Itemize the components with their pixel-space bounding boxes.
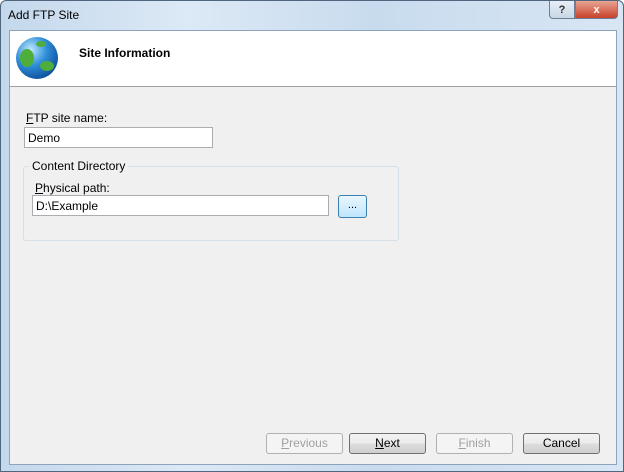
wizard-header: Site Information <box>10 31 616 87</box>
site-name-input[interactable]: Demo <box>24 127 213 148</box>
page-title: Site Information <box>79 46 171 60</box>
browse-button[interactable]: ... <box>338 195 367 218</box>
dialog-client: Site Information FTP site name: Demo Con… <box>9 30 617 465</box>
site-name-label: FTP site name: <box>26 111 108 125</box>
group-label: Content Directory <box>29 159 129 173</box>
physical-path-input[interactable]: D:\Example <box>32 195 329 216</box>
globe-icon <box>16 37 58 79</box>
physical-path-label: Physical path: <box>35 181 110 195</box>
next-button[interactable]: Next <box>349 433 426 454</box>
finish-button[interactable]: Finish <box>436 433 513 454</box>
help-button[interactable]: ? <box>549 1 575 19</box>
cancel-button[interactable]: Cancel <box>523 433 600 454</box>
dialog-window: Add FTP Site ? x Site Information FTP si… <box>0 0 624 472</box>
close-button[interactable]: x <box>575 1 618 19</box>
previous-button[interactable]: Previous <box>266 433 343 454</box>
window-title: Add FTP Site <box>8 8 80 22</box>
